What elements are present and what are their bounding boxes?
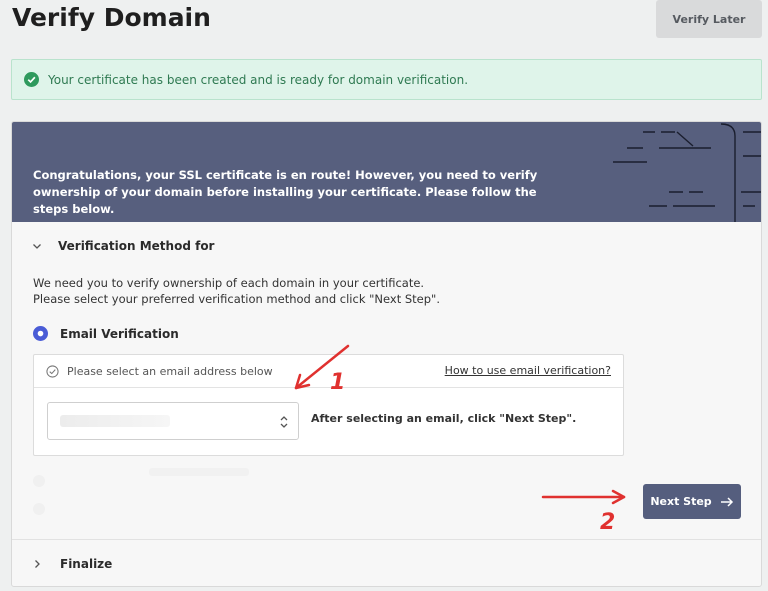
email-verification-help-link[interactable]: How to use email verification? [445, 364, 611, 377]
finalize-header[interactable]: Finalize [12, 544, 761, 584]
faded-option-text [149, 468, 249, 476]
radio-selected-icon[interactable] [33, 326, 48, 341]
faded-radio-option [33, 475, 45, 487]
email-verification-label: Email Verification [60, 326, 179, 341]
faded-radio-option [33, 503, 45, 515]
section-divider [12, 539, 761, 540]
email-select[interactable] [47, 402, 299, 440]
chevron-right-icon [35, 560, 40, 568]
info-banner: Congratulations, your SSL certificate is… [12, 122, 761, 222]
intro-line-1: We need you to verify ownership of each … [33, 276, 425, 290]
verification-intro: We need you to verify ownership of each … [33, 275, 440, 307]
check-circle-icon [24, 72, 39, 87]
decorative-lines-icon [613, 123, 761, 222]
next-step-label: Next Step [650, 495, 712, 508]
success-alert: Your certificate has been created and is… [11, 59, 762, 100]
finalize-title: Finalize [60, 557, 113, 571]
email-hint-text: After selecting an email, click "Next St… [311, 412, 577, 425]
verification-method-header[interactable]: Verification Method for [12, 226, 761, 266]
page-title: Verify Domain [12, 3, 211, 32]
email-box-header-text: Please select an email address below [67, 364, 273, 378]
verify-later-button[interactable]: Verify Later [656, 0, 762, 38]
circle-check-icon [46, 364, 59, 378]
email-verification-option[interactable]: Email Verification [33, 326, 179, 341]
chevron-updown-icon [280, 416, 288, 428]
verification-method-title: Verification Method for [58, 239, 215, 253]
alert-text: Your certificate has been created and is… [48, 72, 469, 87]
email-select-value [60, 415, 170, 427]
email-selection-box: Please select an email address below How… [33, 354, 624, 456]
intro-line-2: Please select your preferred verificatio… [33, 292, 440, 306]
next-step-button[interactable]: Next Step [643, 484, 741, 519]
chevron-down-icon [33, 244, 41, 249]
banner-text: Congratulations, your SSL certificate is… [33, 168, 538, 216]
verification-card: Congratulations, your SSL certificate is… [11, 121, 762, 587]
arrow-right-icon [720, 496, 733, 507]
